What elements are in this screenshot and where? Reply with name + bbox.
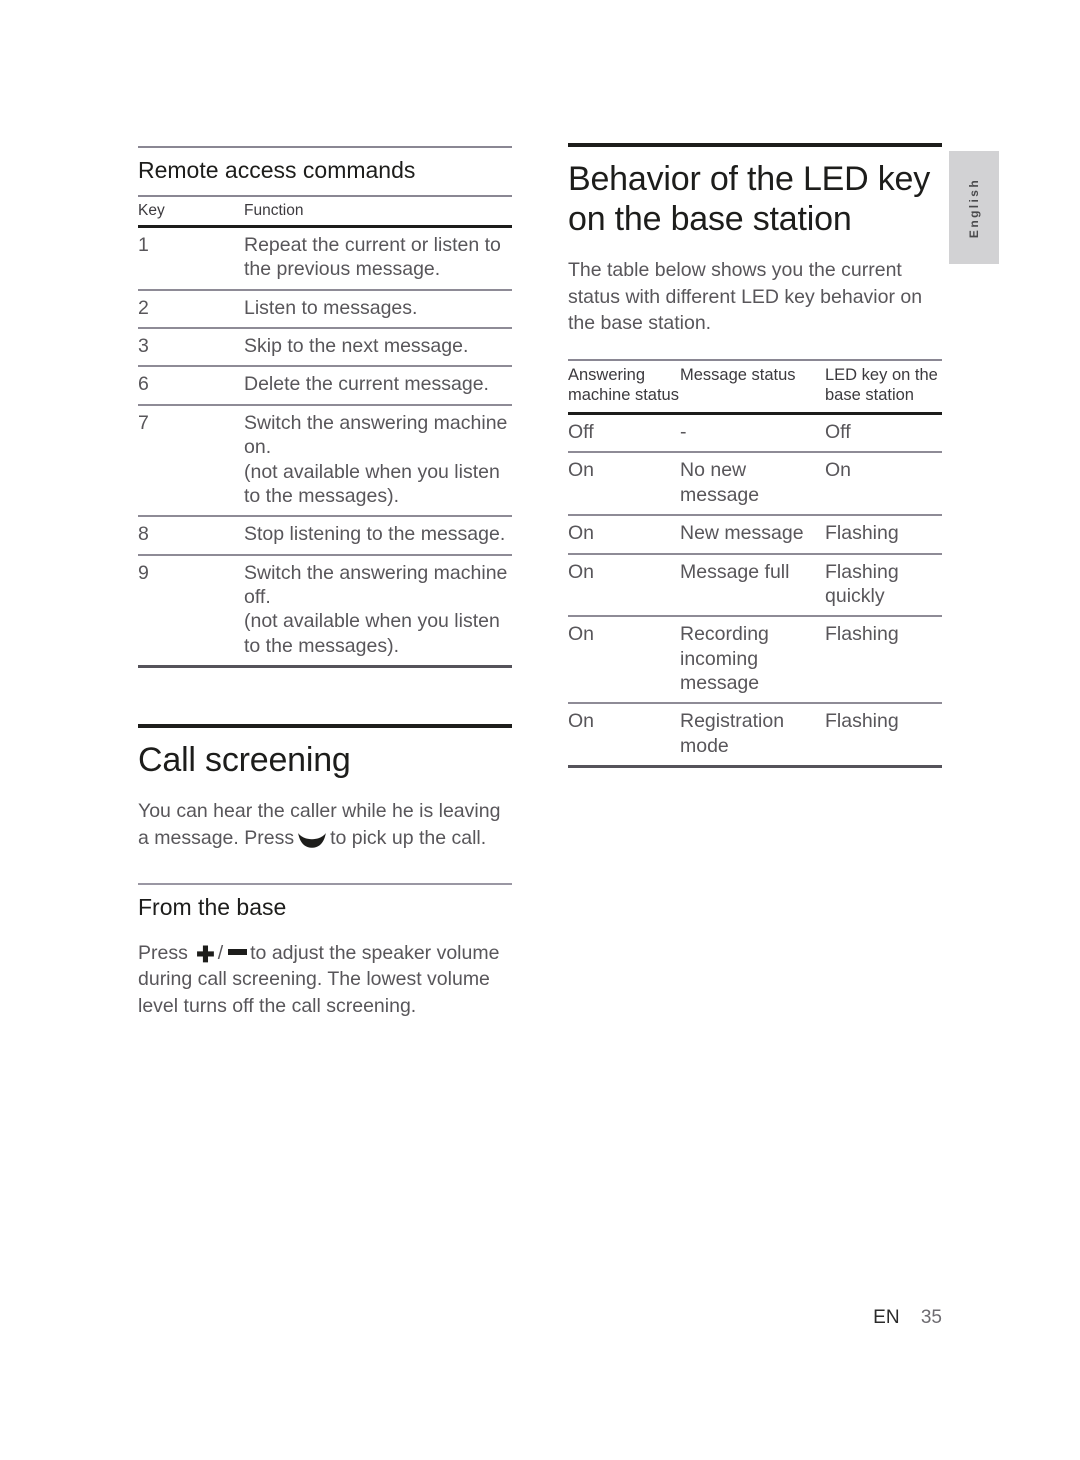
cell-machine-status: On [568, 452, 680, 517]
table-row: 3 Skip to the next message. [138, 328, 512, 368]
call-screening-intro-text-after: to pick up the call. [330, 826, 487, 849]
cell-function: Repeat the current or listen to the prev… [244, 226, 512, 291]
cell-machine-status: On [568, 515, 680, 555]
cell-machine-status: On [568, 703, 680, 769]
left-column: Remote access commands Key Function 1 Re… [138, 146, 512, 1020]
table-row: On No new message On [568, 452, 942, 517]
cell-key: 2 [138, 289, 244, 330]
paragraph-call-screening-intro: You can hear the caller while he is leav… [138, 798, 512, 853]
cell-message-status: New message [680, 515, 825, 555]
cell-function: Stop listening to the message. [244, 516, 512, 556]
cell-message-status: Registration mode [680, 703, 825, 769]
cell-key: 7 [138, 404, 244, 518]
page-footer: EN 35 [0, 1307, 942, 1329]
cell-led-key: Flashing [825, 616, 942, 705]
cell-message-status: Message full [680, 553, 825, 618]
heading-rule-call-screening [138, 724, 512, 729]
from-base-text-before: Press [138, 941, 188, 964]
paragraph-from-the-base: Press ✚ / to adjust the speaker volume dur… [138, 940, 512, 1020]
column-header-led-key: LED key on the base station [825, 358, 942, 416]
led-behavior-table: Answering machine status Message status … [568, 358, 942, 769]
cell-led-key: Flashing [825, 515, 942, 555]
table-row: 2 Listen to messages. [138, 289, 512, 330]
table-body: 1 Repeat the current or listen to the pr… [138, 226, 512, 669]
cell-message-status: Recording incoming message [680, 616, 825, 705]
table-row: 8 Stop listening to the message. [138, 516, 512, 556]
cell-key: 3 [138, 328, 244, 368]
remote-access-commands-table: Key Function 1 Repeat the current or lis… [138, 194, 512, 669]
cell-led-key: Flashing quickly [825, 553, 942, 618]
table-row: On Recording incoming message Flashing [568, 616, 942, 705]
heading-rule-led-behavior [568, 143, 942, 147]
document-page: Remote access commands Key Function 1 Re… [0, 0, 1080, 1460]
footer-locale: EN [873, 1307, 900, 1328]
column-header-function: Function [244, 194, 512, 228]
minus-icon [228, 948, 248, 955]
right-column: Behavior of the LED key on the base stat… [568, 143, 942, 769]
heading-remote-access-commands: Remote access commands [138, 157, 416, 183]
cell-message-status: No new message [680, 452, 825, 517]
cell-function: Listen to messages. [244, 289, 512, 330]
cell-function: Skip to the next message. [244, 328, 512, 368]
cell-led-key: On [825, 452, 942, 517]
table-row: On Registration mode Flashing [568, 703, 942, 769]
heading-call-screening: Call screening [138, 741, 351, 780]
cell-key: 1 [138, 226, 244, 291]
cell-message-status: - [680, 413, 825, 454]
column-header-message-status: Message status [680, 358, 825, 416]
plus-icon: ✚ [196, 941, 215, 967]
table-head: Answering machine status Message status … [568, 358, 942, 416]
column-header-answering-machine-status: Answering machine status [568, 358, 680, 416]
cell-function: Switch the answering machine on. (not av… [244, 404, 512, 518]
table-header-row: Answering machine status Message status … [568, 358, 942, 416]
table-header-row: Key Function [138, 194, 512, 228]
cell-machine-status: On [568, 616, 680, 705]
table-row: On New message Flashing [568, 515, 942, 555]
from-base-text-after: to adjust the speaker volume during call… [138, 941, 500, 1017]
heading-rule-from-the-base [138, 883, 512, 886]
language-tab-label: English [967, 177, 981, 238]
heading-led-behavior: Behavior of the LED key on the base stat… [568, 160, 931, 239]
table-row: On Message full Flashing quickly [568, 553, 942, 618]
heading-from-the-base: From the base [138, 894, 287, 921]
paragraph-led-behavior-intro: The table below shows you the current st… [568, 259, 923, 335]
column-header-key: Key [138, 194, 244, 228]
icon-separator: / [217, 941, 224, 964]
table-body: Off - Off On No new message On On New me… [568, 413, 942, 769]
heading-rule-remote-access [138, 146, 512, 148]
table-head: Key Function [138, 194, 512, 228]
footer-page-number: 35 [920, 1307, 942, 1328]
cell-key: 6 [138, 366, 244, 406]
phone-handset-icon [297, 827, 327, 854]
language-tab: English [949, 151, 999, 264]
cell-key: 9 [138, 554, 244, 669]
table-row: 1 Repeat the current or listen to the pr… [138, 226, 512, 291]
cell-function: Switch the answering machine off. (not a… [244, 554, 512, 669]
cell-machine-status: On [568, 553, 680, 618]
table-row: 7 Switch the answering machine on. (not … [138, 404, 512, 518]
cell-machine-status: Off [568, 413, 680, 454]
table-row: 9 Switch the answering machine off. (not… [138, 554, 512, 669]
cell-function: Delete the current message. [244, 366, 512, 406]
table-row: Off - Off [568, 413, 942, 454]
table-row: 6 Delete the current message. [138, 366, 512, 406]
cell-key: 8 [138, 516, 244, 556]
cell-led-key: Flashing [825, 703, 942, 769]
cell-led-key: Off [825, 413, 942, 454]
